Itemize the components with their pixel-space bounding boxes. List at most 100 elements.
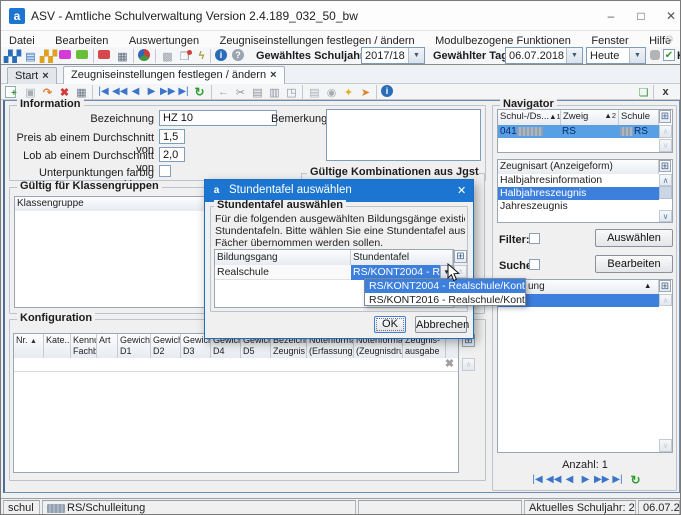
konfig-scroll-up-icon[interactable]: ∧: [462, 358, 475, 371]
nav-last-icon[interactable]: ▶|: [610, 474, 625, 485]
tag-select[interactable]: 06.07.2018 ▼: [505, 47, 583, 64]
message-red-icon[interactable]: [98, 50, 110, 59]
redacted-block: [47, 504, 65, 513]
scroll-up-icon[interactable]: ∧: [659, 294, 672, 306]
dialog-row-bildungsgang[interactable]: Realschule: [215, 265, 351, 280]
dialog-message-line3: Fächer übernommen werden sollen.: [215, 237, 465, 249]
paste-icon[interactable]: ▥: [266, 84, 283, 100]
zeitraum-select[interactable]: Heute ▼: [586, 47, 646, 64]
nav-fast-prev-icon[interactable]: ◀◀: [112, 86, 127, 97]
maximize-button[interactable]: □: [627, 4, 655, 28]
gear-icon[interactable]: ⚙: [664, 33, 674, 46]
konfig-col-gewicht-d2[interactable]: GewichtD2: [151, 334, 181, 358]
scroll-up-icon[interactable]: ∧: [659, 125, 672, 138]
preis-input[interactable]: [159, 129, 185, 144]
nav-prev-icon[interactable]: ◀: [128, 86, 143, 97]
message-green-icon[interactable]: [76, 50, 88, 59]
konfig-col-kennung[interactable]: KennuFachbe: [71, 334, 97, 358]
cancel-button[interactable]: Abbrechen: [415, 316, 467, 333]
lightning-icon[interactable]: ϟ: [193, 48, 210, 64]
nav-next-icon[interactable]: ▶: [578, 474, 593, 485]
zeugnisart-settings-icon[interactable]: ⊞: [659, 160, 671, 172]
teachers-icon[interactable]: ▞▞: [40, 48, 57, 64]
dropdown-option-selected[interactable]: RS/KONT2004 - Realschule/Kontingent 2004: [365, 279, 525, 293]
zeugnisart-item-selected[interactable]: Halbjahreszeugnis: [498, 187, 659, 200]
refresh-icon[interactable]: ↻: [192, 85, 207, 99]
cut-icon[interactable]: ✂: [232, 84, 249, 100]
auswaehlen-button[interactable]: Auswählen: [595, 229, 673, 247]
print-icon[interactable]: ▤: [306, 84, 323, 100]
zeugnisart-header[interactable]: Zeugnisart (Anzeigeform): [498, 160, 659, 174]
select-region-icon[interactable]: ◳: [283, 84, 300, 100]
students-icon[interactable]: ▞▞: [4, 48, 21, 64]
tab-close-icon[interactable]: ×: [270, 69, 276, 81]
konfig-col-kategorie[interactable]: Kate...: [44, 334, 71, 358]
tip-lightbulb-icon[interactable]: ✦: [340, 84, 357, 100]
unterpunktungen-checkbox[interactable]: [159, 165, 171, 177]
zeugnisart-item[interactable]: Halbjahresinformation: [498, 174, 659, 187]
alert-dot-icon: [187, 50, 192, 55]
nav-fast-next-icon[interactable]: ▶▶: [594, 474, 609, 485]
nav-fast-next-icon[interactable]: ▶▶: [160, 86, 175, 97]
navigator-col-schule[interactable]: Schule: [619, 110, 659, 125]
konfig-col-gewicht-d1[interactable]: GewichtD1: [118, 334, 151, 358]
bemerkung-textarea[interactable]: [326, 109, 481, 161]
close-button[interactable]: ✕: [657, 4, 681, 28]
tab-start[interactable]: Start×: [7, 67, 57, 85]
navigator-table-settings-icon[interactable]: ⊞: [659, 110, 671, 123]
nav-prev-icon[interactable]: ◀: [562, 474, 577, 485]
suche-checkbox[interactable]: [529, 259, 540, 270]
ok-button[interactable]: OK: [374, 316, 406, 333]
calculator-icon[interactable]: ▦: [114, 48, 131, 64]
class-list-icon[interactable]: ▤: [22, 48, 39, 64]
delete-row-icon[interactable]: ✖: [443, 358, 456, 371]
dialog-close-icon[interactable]: ✕: [457, 184, 466, 197]
modules-icon[interactable]: ▩: [159, 48, 176, 64]
dialog-col-bildungsgang[interactable]: Bildungsgang: [215, 250, 351, 265]
tab-close-icon[interactable]: ×: [42, 70, 48, 82]
preview-icon[interactable]: ◉: [323, 84, 340, 100]
info-icon[interactable]: i: [215, 49, 227, 61]
klasse-beibehalten-checkbox[interactable]: ✔: [663, 49, 675, 61]
nav-next-icon[interactable]: ▶: [144, 86, 159, 97]
scroll-down-icon[interactable]: ∨: [659, 210, 672, 222]
dropdown-option[interactable]: RS/KONT2016 - Realschule/Kontingent 2016: [365, 293, 525, 307]
konfig-col-art[interactable]: Art: [97, 334, 118, 358]
info-icon[interactable]: i: [381, 85, 393, 97]
nav-first-icon[interactable]: |◀: [96, 86, 111, 97]
nav-last-icon[interactable]: ▶|: [176, 86, 191, 97]
back-icon[interactable]: ←: [215, 84, 232, 100]
globe-icon[interactable]: [138, 49, 150, 61]
filter-checkbox[interactable]: [529, 233, 540, 244]
navigator-col-zweig[interactable]: Zweig ▲2: [561, 110, 619, 125]
nav-first-icon[interactable]: |◀: [530, 474, 545, 485]
scroll-down-icon[interactable]: ∨: [659, 139, 672, 152]
konfig-col-nr[interactable]: Nr. ▲: [14, 334, 44, 358]
phone-icon[interactable]: [650, 50, 660, 60]
navigator-school-row[interactable]: 041 RS RS: [498, 125, 659, 138]
dialog-col-stundentafel[interactable]: Stundentafel: [351, 250, 453, 265]
refresh-icon[interactable]: ↻: [628, 473, 643, 487]
nav-fast-prev-icon[interactable]: ◀◀: [546, 474, 561, 485]
announce-horn-icon[interactable]: ➤: [357, 84, 374, 100]
scroll-up-icon[interactable]: ∧: [659, 174, 672, 186]
tab-zeugniseinstellungen[interactable]: Zeugniseinstellungen festlegen / ändern×: [63, 66, 285, 85]
help-icon[interactable]: ?: [232, 49, 244, 61]
minimize-button[interactable]: –: [597, 4, 625, 28]
navigator-col-schule-nr[interactable]: Schul-/Ds...▲1: [498, 110, 561, 125]
bezeichnung-input[interactable]: [159, 110, 277, 126]
lob-input[interactable]: [159, 147, 185, 162]
close-panel-icon[interactable]: x: [657, 84, 674, 100]
scroll-thumb[interactable]: [659, 186, 672, 199]
zeugnisart-item[interactable]: Jahreszeugnis: [498, 200, 659, 213]
copy-icon[interactable]: ▤: [249, 84, 266, 100]
message-pink-icon[interactable]: [59, 50, 71, 59]
mouse-cursor: [447, 263, 460, 282]
bearbeiten-button[interactable]: Bearbeiten: [595, 255, 673, 273]
result-list-settings-icon[interactable]: ⊞: [659, 280, 671, 292]
dialog-table-settings-icon[interactable]: ⊞: [454, 250, 467, 263]
undock-panel-icon[interactable]: ❏: [635, 84, 652, 100]
konfig-empty-row[interactable]: [14, 358, 458, 372]
scroll-down-icon[interactable]: ∨: [659, 439, 672, 452]
schuljahr-select[interactable]: 2017/18 ▼: [361, 47, 425, 64]
